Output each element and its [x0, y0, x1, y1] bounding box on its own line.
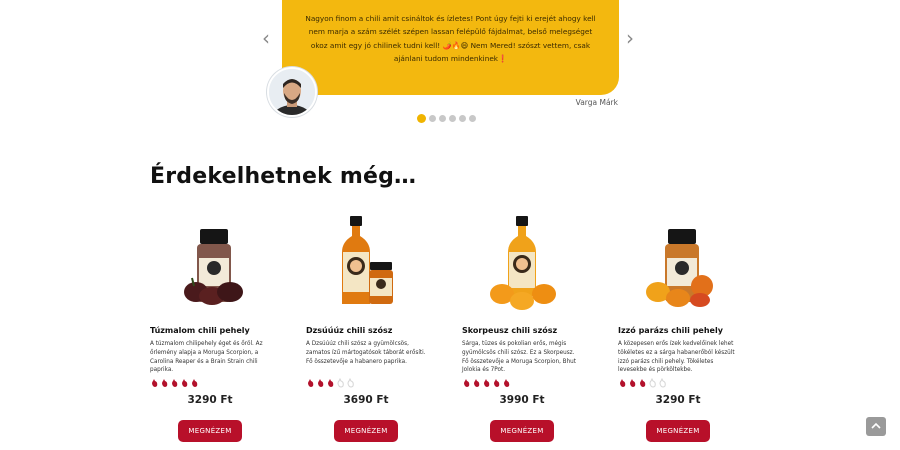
pepper-filled-icon	[620, 379, 626, 387]
view-product-button[interactable]: MEGNÉZEM	[334, 420, 398, 442]
view-product-button[interactable]: MEGNÉZEM	[490, 420, 554, 442]
slider-pagination	[417, 114, 476, 123]
pepper-filled-icon	[172, 379, 178, 387]
product-description: Sárga, tüzes és pokolian erős, mégis gyü…	[462, 341, 577, 374]
pepper-filled-icon	[308, 379, 314, 387]
product-name[interactable]: Túzmalom chili pehely	[150, 326, 270, 335]
chevron-left-icon: ‹	[262, 26, 270, 50]
product-image[interactable]	[462, 206, 582, 312]
product-description: A közepesen erős ízek kedvelőinek lehet …	[618, 341, 735, 374]
pepper-empty-icon	[659, 378, 666, 388]
slider-dot-3[interactable]	[439, 115, 446, 122]
product-name[interactable]: Skorpeusz chili szósz	[462, 326, 582, 335]
pepper-filled-icon	[494, 379, 500, 387]
view-product-button[interactable]: MEGNÉZEM	[178, 420, 242, 442]
product-card: Túzmalom chili pehely A túzmalom chilipe…	[150, 206, 270, 442]
pepper-filled-icon	[484, 379, 490, 387]
slider-prev-button[interactable]: ‹	[262, 28, 270, 48]
pepper-filled-icon	[182, 379, 188, 387]
pepper-empty-icon	[649, 378, 656, 388]
product-image[interactable]	[306, 206, 426, 312]
slider-next-button[interactable]: ›	[626, 28, 634, 48]
testimonial-avatar	[267, 67, 317, 117]
heat-rating	[462, 378, 582, 388]
product-price: 3690 Ft	[343, 394, 389, 406]
back-to-top-button[interactable]	[866, 417, 886, 436]
chevron-up-icon	[871, 422, 881, 429]
heat-rating	[306, 378, 426, 388]
product-card: Izzó parázs chili pehely A közepesen erő…	[618, 206, 738, 442]
testimonial-quote: Nagyon finom a chili amit csináltok és í…	[305, 14, 596, 64]
person-avatar-icon	[269, 69, 315, 115]
product-price: 3990 Ft	[499, 394, 545, 406]
pepper-filled-icon	[328, 379, 334, 387]
slider-dot-2[interactable]	[429, 115, 436, 122]
pepper-filled-icon	[192, 379, 198, 387]
heat-rating	[150, 378, 270, 388]
view-product-button[interactable]: MEGNÉZEM	[646, 420, 710, 442]
heat-rating	[618, 378, 738, 388]
slider-dot-6[interactable]	[469, 115, 476, 122]
pepper-filled-icon	[474, 379, 480, 387]
product-name[interactable]: Dzsúúúz chili szósz	[306, 326, 426, 335]
product-image[interactable]	[150, 206, 270, 312]
product-card: Dzsúúúz chili szósz A Dzsúúúz chili szós…	[306, 206, 426, 442]
pepper-filled-icon	[464, 379, 470, 387]
slider-dot-4[interactable]	[449, 115, 456, 122]
related-products-heading: Érdekelhetnek még…	[150, 164, 417, 189]
pepper-filled-icon	[630, 379, 636, 387]
product-description: A Dzsúúúz chili szósz a gyümölcsös, zama…	[306, 341, 426, 365]
pepper-filled-icon	[162, 379, 168, 387]
product-price: 3290 Ft	[655, 394, 701, 406]
testimonial-author: Varga Márk	[575, 98, 618, 107]
pepper-filled-icon	[640, 379, 646, 387]
slider-dot-1[interactable]	[417, 114, 426, 123]
slider-dot-5[interactable]	[459, 115, 466, 122]
pepper-filled-icon	[152, 379, 158, 387]
product-card: Skorpeusz chili szósz Sárga, tüzes és po…	[462, 206, 582, 442]
testimonial-card: Nagyon finom a chili amit csináltok és í…	[282, 0, 619, 95]
chevron-right-icon: ›	[626, 26, 634, 50]
pepper-empty-icon	[337, 378, 344, 388]
product-name[interactable]: Izzó parázs chili pehely	[618, 326, 738, 335]
product-image[interactable]	[618, 206, 738, 312]
product-description: A túzmalom chilipehely éget és őröl. Az …	[150, 341, 263, 374]
pepper-empty-icon	[347, 378, 354, 388]
pepper-filled-icon	[318, 379, 324, 387]
pepper-filled-icon	[504, 379, 510, 387]
product-price: 3290 Ft	[187, 394, 233, 406]
